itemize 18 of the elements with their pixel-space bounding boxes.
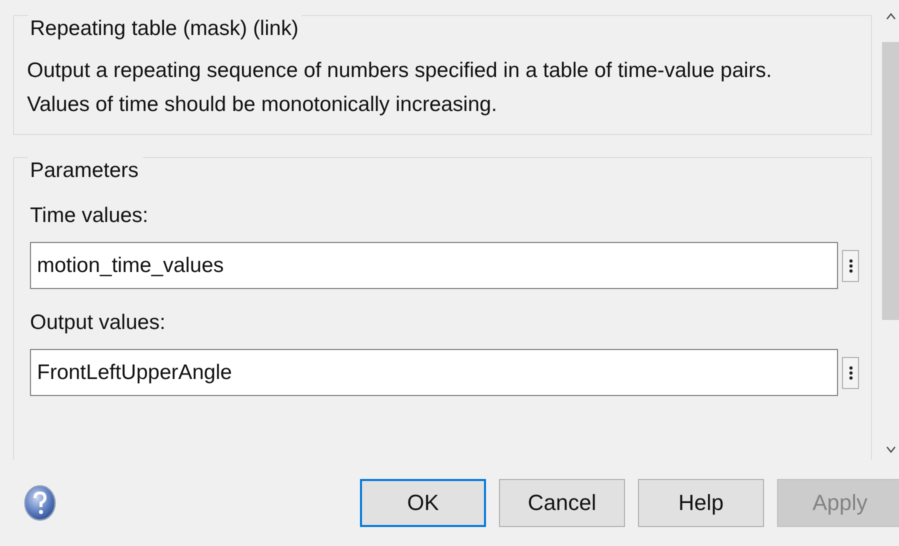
dialog-button[interactable]: OK: [360, 479, 486, 527]
input-field[interactable]: FrontLeftUpperAngle: [30, 349, 838, 396]
scrollbar[interactable]: [882, 0, 899, 460]
field-label: Output values:: [30, 311, 166, 335]
more-options-button[interactable]: [842, 250, 859, 282]
description-text: Output a repeating sequence of numbers specified in a table of time-value pairs. Values of time should be monotonically increasing.: [27, 58, 773, 118]
dialog-button[interactable]: Cancel: [499, 479, 625, 527]
dialog-button[interactable]: Help: [638, 479, 764, 527]
help-icon[interactable]: [22, 485, 58, 521]
scroll-down-icon[interactable]: [886, 446, 896, 454]
scroll-up-icon[interactable]: [886, 12, 896, 20]
scroll-thumb[interactable]: [882, 42, 899, 320]
field-label: Time values:: [30, 204, 150, 228]
vertical-dots-icon: [848, 364, 852, 380]
more-options-button[interactable]: [842, 356, 859, 388]
vertical-dots-icon: [848, 258, 852, 274]
group-title: Repeating table (mask) (link): [28, 14, 302, 42]
input-field[interactable]: motion_time_values: [30, 242, 838, 289]
